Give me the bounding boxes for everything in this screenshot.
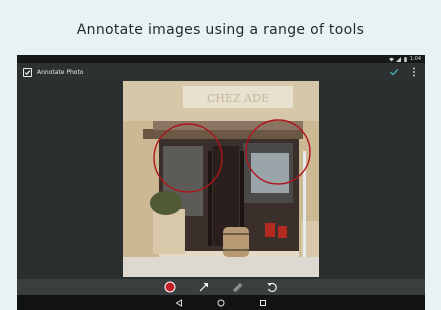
color-dot-icon[interactable] bbox=[164, 281, 176, 293]
signal-icon bbox=[395, 56, 401, 62]
undo-icon[interactable] bbox=[266, 281, 278, 293]
tablet-screen: 1:04 Annotate Photo CHEZ ADE bbox=[17, 55, 425, 310]
back-icon[interactable] bbox=[175, 298, 183, 307]
annotation-toolbar bbox=[17, 279, 425, 295]
status-bar: 1:04 bbox=[17, 55, 425, 63]
annotated-photo[interactable]: CHEZ ADE bbox=[123, 81, 319, 277]
home-icon[interactable] bbox=[217, 299, 225, 307]
storefront-sign: CHEZ ADE bbox=[207, 92, 269, 105]
overflow-menu-icon[interactable] bbox=[412, 67, 416, 77]
check-icon[interactable] bbox=[389, 67, 399, 77]
wifi-icon bbox=[388, 57, 394, 61]
status-time: 1:04 bbox=[409, 56, 421, 62]
recents-icon[interactable] bbox=[259, 299, 267, 307]
highlighter-tool-icon[interactable] bbox=[232, 281, 244, 293]
app-title: Annotate Photo bbox=[37, 68, 84, 76]
arrow-tool-icon[interactable] bbox=[198, 281, 210, 293]
navigation-bar bbox=[17, 295, 425, 310]
headline: Annotate images using a range of tools bbox=[76, 22, 365, 38]
battery-icon bbox=[404, 56, 407, 62]
checkbox-icon[interactable] bbox=[23, 67, 32, 77]
app-bar: Annotate Photo bbox=[17, 63, 425, 81]
